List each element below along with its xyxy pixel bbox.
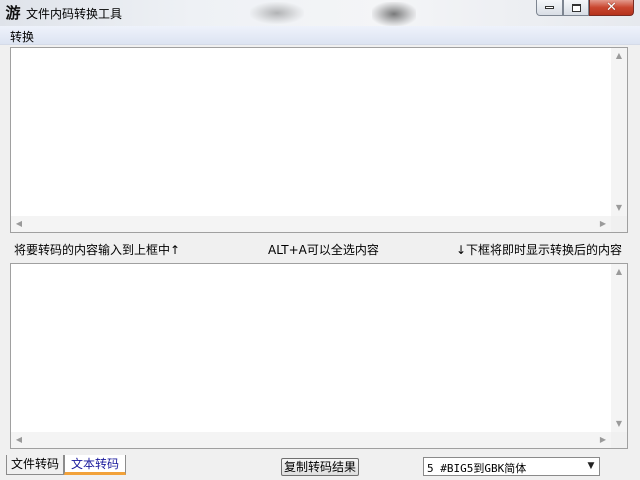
scroll-left-icon[interactable]: ◀ (11, 216, 27, 232)
title-bar[interactable]: 游 文件内码转换工具 ✕ (0, 0, 640, 26)
scroll-left-icon[interactable]: ◀ (11, 432, 27, 448)
tab-file-convert[interactable]: 文件转码 (6, 455, 64, 475)
maximize-button[interactable] (563, 0, 589, 16)
horizontal-scrollbar[interactable]: ◀ ▶ (11, 432, 611, 448)
vertical-scrollbar[interactable]: ▲ ▼ (611, 264, 627, 432)
scroll-up-icon[interactable]: ▲ (611, 264, 627, 280)
scroll-right-icon[interactable]: ▶ (595, 216, 611, 232)
app-icon: 游 (5, 4, 21, 22)
input-textarea[interactable] (11, 48, 611, 216)
scroll-down-icon[interactable]: ▼ (611, 200, 627, 216)
close-icon: ✕ (606, 0, 617, 15)
close-button[interactable]: ✕ (589, 0, 634, 16)
copy-result-button[interactable]: 复制转码结果 (281, 458, 359, 476)
scroll-down-icon[interactable]: ▼ (611, 416, 627, 432)
tab-text-convert[interactable]: 文本转码 (64, 455, 126, 475)
scrollbar-corner (611, 432, 627, 448)
output-textarea[interactable] (11, 264, 611, 432)
minimize-icon (545, 6, 554, 9)
scrollbar-corner (611, 216, 627, 232)
minimize-button[interactable] (536, 0, 563, 16)
conversion-mode-select[interactable]: 5 #BIG5到GBK简体 ▼ (423, 457, 600, 476)
horizontal-scrollbar[interactable]: ◀ ▶ (11, 216, 611, 232)
maximize-icon (571, 3, 581, 12)
titlebar-decoration (372, 2, 416, 26)
scroll-right-icon[interactable]: ▶ (595, 432, 611, 448)
select-all-hint-label: ALT+A可以全选内容 (268, 243, 379, 257)
titlebar-decoration (250, 2, 304, 24)
window-title: 文件内码转换工具 (26, 7, 123, 21)
input-textarea-container: ▲ ▼ ◀ ▶ (10, 47, 628, 233)
menu-item-convert[interactable]: 转换 (10, 28, 34, 45)
scroll-up-icon[interactable]: ▲ (611, 48, 627, 64)
conversion-mode-value: 5 #BIG5到GBK简体 (427, 462, 527, 475)
vertical-scrollbar[interactable]: ▲ ▼ (611, 48, 627, 216)
output-textarea-container: ▲ ▼ ◀ ▶ (10, 263, 628, 449)
menu-bar: 转换 (0, 26, 640, 45)
input-hint-label: 将要转码的内容输入到上框中↑ (14, 243, 181, 257)
output-hint-label: ↓下框将即时显示转换后的内容 (456, 243, 623, 257)
chevron-down-icon[interactable]: ▼ (583, 458, 599, 475)
